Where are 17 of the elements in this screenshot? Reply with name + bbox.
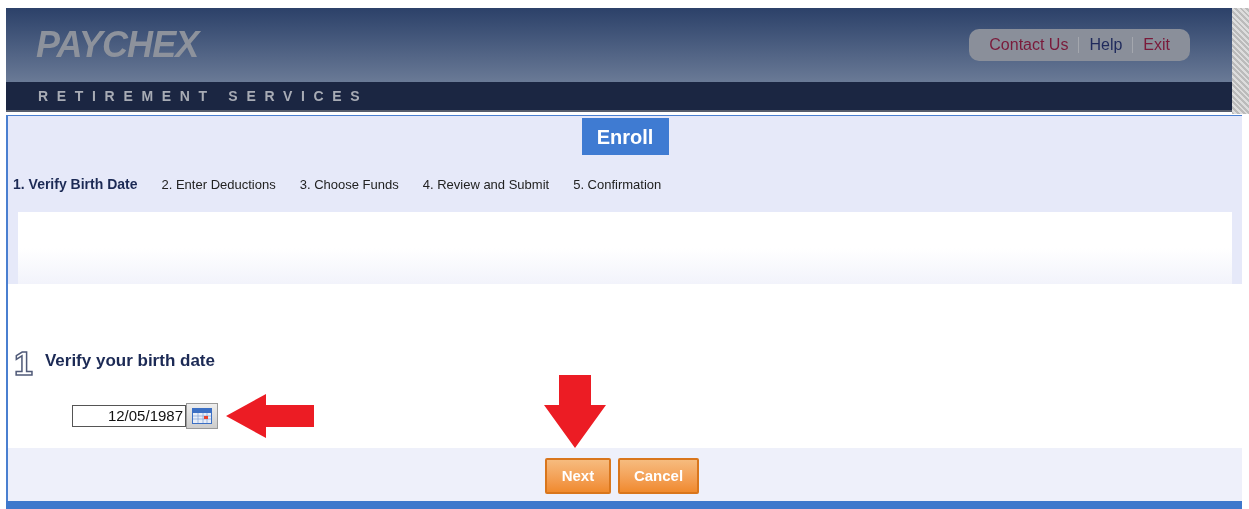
step-label: 5. Confirmation (573, 176, 662, 194)
step-number: 1 (14, 348, 33, 378)
step-label: 4. Review and Submit (422, 176, 550, 194)
action-button[interactable]: Next (544, 458, 611, 494)
step-label: 1. Verify Birth Date (13, 175, 138, 194)
action-button[interactable]: Cancel (617, 458, 700, 494)
step-label: 2. Enter Deductions (161, 176, 276, 194)
step-label: 3. Choose Funds (299, 176, 399, 194)
section-heading: Verify your birth date (44, 350, 215, 372)
logo: PAYCHEX (36, 23, 199, 67)
birth-date-field[interactable]: 12/05/1987 (72, 405, 186, 427)
subtitle: RETIREMENT SERVICES (38, 86, 369, 106)
header-link[interactable]: Exit (1143, 33, 1170, 57)
header-link[interactable]: Contact Us (989, 33, 1069, 57)
calendar-icon (192, 408, 212, 424)
calendar-button[interactable] (186, 403, 218, 429)
header-link[interactable]: Help (1089, 33, 1123, 57)
